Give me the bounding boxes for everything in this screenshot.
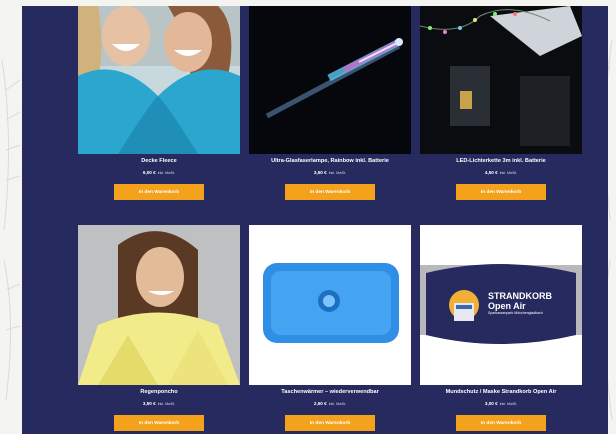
product-grid-panel: Decke Fleece 6,00 € inkl. MwSt. In den Wa…: [22, 6, 608, 434]
mask-logo-text: STRANDKORB Open Air Sparkassenpark Mönch…: [488, 291, 552, 315]
product-price: 3,50 € inkl. MwSt.: [313, 170, 347, 175]
product-card-taschenwaermer: Taschenwärmer – wiederverwendbar 2,50 € i…: [249, 225, 411, 431]
product-card-regenponcho: Regenponcho 3,50 € inkl. MwSt. In den War…: [78, 225, 240, 431]
add-to-cart-button[interactable]: In den Warenkorb: [285, 415, 375, 431]
add-to-cart-button[interactable]: In den Warenkorb: [456, 184, 546, 200]
product-card-glasfaserlampe: Ultra-Glasfaserlampe, Rainbow inkl. Batt…: [249, 6, 411, 206]
add-to-cart-button[interactable]: In den Warenkorb: [114, 184, 204, 200]
add-to-cart-button[interactable]: In den Warenkorb: [456, 415, 546, 431]
product-name[interactable]: Mundschutz / Maske Strandkorb Open Air: [420, 389, 582, 395]
product-image-led-string-photo[interactable]: [420, 6, 582, 154]
product-card-led-lichterkette: LED-Lichterkette 3m inkl. Batterie 4,50 …: [420, 6, 582, 206]
product-price: 4,50 € inkl. MwSt.: [484, 170, 518, 175]
product-price: 6,00 € inkl. MwSt.: [142, 170, 176, 175]
product-name[interactable]: LED-Lichterkette 3m inkl. Batterie: [420, 158, 582, 164]
product-name[interactable]: Decke Fleece: [78, 158, 240, 164]
product-price: 3,50 € inkl. MwSt.: [142, 401, 176, 406]
product-image-hand-warmer-photo[interactable]: [249, 225, 411, 385]
add-to-cart-button[interactable]: In den Warenkorb: [285, 184, 375, 200]
product-name[interactable]: Regenponcho: [78, 389, 240, 395]
add-to-cart-button[interactable]: In den Warenkorb: [114, 415, 204, 431]
product-image-mask-photo[interactable]: STRANDKORB Open Air Sparkassenpark Mönch…: [420, 225, 582, 385]
product-price: 2,50 € inkl. MwSt.: [313, 401, 347, 406]
product-name[interactable]: Taschenwärmer – wiederverwendbar: [249, 389, 411, 395]
product-name[interactable]: Ultra-Glasfaserlampe, Rainbow inkl. Batt…: [249, 158, 411, 164]
product-card-decke-fleece: Decke Fleece 6,00 € inkl. MwSt. In den Wa…: [78, 6, 240, 206]
product-price: 3,00 € inkl. MwSt.: [484, 401, 518, 406]
product-card-mundschutz-maske: STRANDKORB Open Air Sparkassenpark Mönch…: [420, 225, 582, 431]
product-image-blanket-photo[interactable]: [78, 6, 240, 154]
product-image-fiber-lamp-photo[interactable]: [249, 6, 411, 154]
product-image-poncho-photo[interactable]: [78, 225, 240, 385]
